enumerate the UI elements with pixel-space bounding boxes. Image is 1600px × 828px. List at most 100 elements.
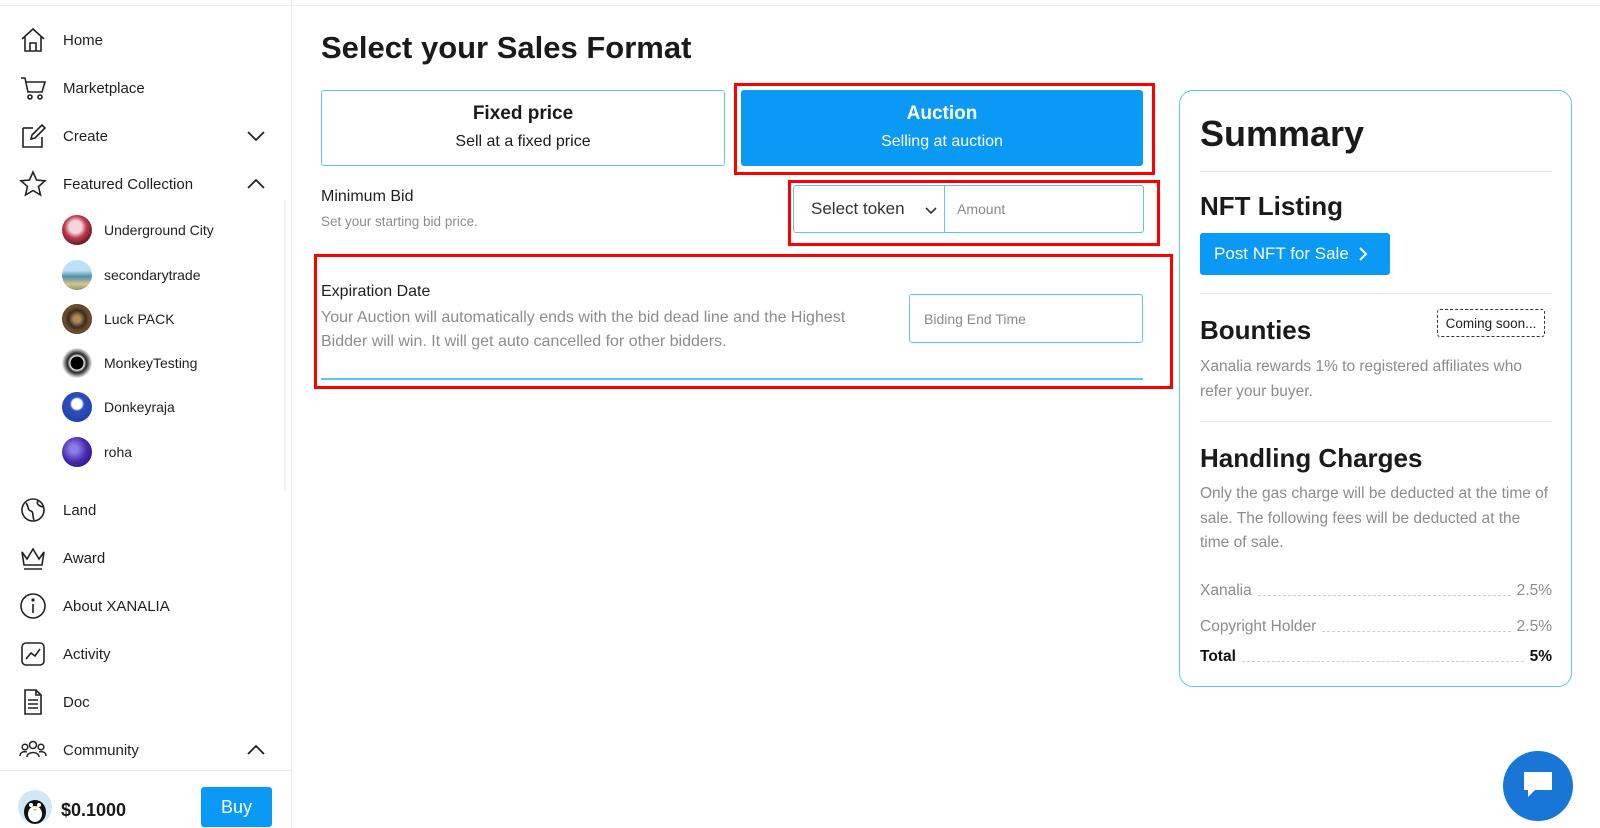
post-nft-label: Post NFT for Sale <box>1214 244 1349 263</box>
summary-title: Summary <box>1200 113 1365 154</box>
sidebar-item-featured-collection[interactable]: Featured Collection <box>18 166 274 202</box>
bounties-title: Bounties <box>1200 315 1312 345</box>
sidebar-item-label: Featured Collection <box>63 175 194 193</box>
sidebar-item-label: Activity <box>63 645 111 663</box>
collection-avatar <box>62 215 92 245</box>
handling-charges-description: Only the gas charge will be deducted at … <box>1200 485 1549 551</box>
sidebar-item-home[interactable]: Home <box>18 22 274 58</box>
chat-icon <box>1521 769 1555 804</box>
format-subtitle: Selling at auction <box>881 133 1003 150</box>
minimum-bid-description: Set your starting bid price. <box>321 214 478 229</box>
sidebar: Home Marketplace Create Featured Collect… <box>0 0 1600 828</box>
format-title: Auction <box>906 103 978 124</box>
chevron-up-icon[interactable] <box>246 740 266 760</box>
fee-total-value: 5% <box>1529 648 1552 665</box>
fee-total-row: Total 5% <box>1200 644 1552 666</box>
coming-soon-badge: Coming soon... <box>1437 309 1545 337</box>
fee-row: Copyright Holder 2.5% <box>1200 614 1552 636</box>
minimum-bid-title: Minimum Bid <box>321 188 414 205</box>
sidebar-item-label: Create <box>63 127 109 145</box>
cart-icon <box>18 73 48 103</box>
sidebar-item-about[interactable]: About XANALIA <box>18 588 274 624</box>
collection-label: secondarytrade <box>104 267 201 283</box>
sidebar-item-label: Community <box>63 741 139 759</box>
collection-item-donkeyraja[interactable]: Donkeyraja <box>62 391 175 423</box>
token-price: $0.1000 <box>61 800 127 820</box>
bid-end-time-input[interactable] <box>909 294 1143 343</box>
top-divider <box>0 0 1600 6</box>
sidebar-item-community[interactable]: Community <box>18 732 274 768</box>
collection-scrollbar[interactable] <box>284 200 286 490</box>
token-select-value: Select token <box>811 199 905 218</box>
chevron-down-icon[interactable] <box>246 126 266 146</box>
chevron-right-icon <box>1357 246 1369 262</box>
sidebar-item-award[interactable]: Award <box>18 540 274 576</box>
fee-name: Copyright Holder <box>1200 618 1317 635</box>
document-icon <box>18 687 48 717</box>
chat-button[interactable] <box>1503 751 1573 821</box>
star-icon <box>18 169 48 199</box>
fee-value: 2.5% <box>1516 618 1552 635</box>
globe-icon <box>18 495 48 525</box>
collection-item-luck-pack[interactable]: Luck PACK <box>62 303 175 335</box>
nft-listing-title: NFT Listing <box>1200 191 1343 221</box>
collection-label: Underground City <box>104 222 214 238</box>
page-title: Select your Sales Format <box>321 30 692 65</box>
collection-avatar <box>62 392 92 422</box>
home-icon <box>18 25 48 55</box>
community-icon <box>18 735 48 765</box>
sidebar-item-label: Award <box>63 549 106 567</box>
collection-avatar <box>62 304 92 334</box>
collection-item-secondarytrade[interactable]: secondarytrade <box>62 259 201 291</box>
crown-icon <box>18 543 48 573</box>
post-nft-for-sale-button[interactable]: Post NFT for Sale <box>1200 233 1390 275</box>
collection-item-monkeytesting[interactable]: MonkeyTesting <box>62 347 197 379</box>
sidebar-item-land[interactable]: Land <box>18 492 274 528</box>
fee-dots <box>1257 595 1511 596</box>
collection-label: MonkeyTesting <box>104 355 198 371</box>
expiration-description: Your Auction will automatically ends wit… <box>321 309 846 350</box>
summary-divider <box>1200 421 1552 422</box>
sidebar-item-label: Doc <box>63 693 90 711</box>
fee-value: 2.5% <box>1516 582 1552 599</box>
penguin-avatar <box>18 790 52 824</box>
summary-divider <box>1200 293 1552 294</box>
edit-icon <box>18 121 48 151</box>
collection-avatar <box>62 437 92 467</box>
fixed-price-option[interactable]: Fixed price Sell at a fixed price <box>321 90 725 166</box>
sidebar-item-label: Home <box>63 31 104 49</box>
collection-label: Luck PACK <box>104 311 175 327</box>
amount-input[interactable] <box>944 185 1144 233</box>
sidebar-item-label: Land <box>63 501 97 519</box>
sidebar-item-doc[interactable]: Doc <box>18 684 274 720</box>
activity-icon <box>18 639 48 669</box>
chevron-up-icon[interactable] <box>246 174 266 194</box>
sidebar-item-create[interactable]: Create <box>18 118 274 154</box>
format-subtitle: Sell at a fixed price <box>455 133 591 150</box>
collection-label: Donkeyraja <box>104 399 175 415</box>
handling-charges-title: Handling Charges <box>1200 443 1423 473</box>
collection-item-roha[interactable]: roha <box>62 436 132 468</box>
fee-total-name: Total <box>1200 648 1236 665</box>
fee-dots <box>1241 661 1524 662</box>
summary-divider <box>1200 171 1552 172</box>
sidebar-item-label: About XANALIA <box>63 597 170 615</box>
sidebar-item-marketplace[interactable]: Marketplace <box>18 70 274 106</box>
collection-avatar <box>62 260 92 290</box>
fee-dots <box>1322 631 1511 632</box>
fee-row: Xanalia 2.5% <box>1200 578 1552 600</box>
bounties-description: Xanalia rewards 1% to registered affilia… <box>1200 358 1522 400</box>
sidebar-item-label: Marketplace <box>63 79 145 97</box>
collection-item-underground-city[interactable]: Underground City <box>62 214 214 246</box>
buy-button[interactable]: Buy <box>201 787 272 827</box>
fee-name: Xanalia <box>1200 582 1252 599</box>
section-divider <box>321 378 1143 380</box>
sidebar-item-activity[interactable]: Activity <box>18 636 274 672</box>
token-select[interactable]: Select token <box>793 185 944 233</box>
format-title: Fixed price <box>472 103 574 124</box>
collection-avatar <box>62 348 92 378</box>
info-icon <box>18 591 48 621</box>
chevron-down-icon <box>924 203 938 217</box>
expiration-date-title: Expiration Date <box>321 283 431 300</box>
auction-option[interactable]: Auction Selling at auction <box>741 90 1143 166</box>
